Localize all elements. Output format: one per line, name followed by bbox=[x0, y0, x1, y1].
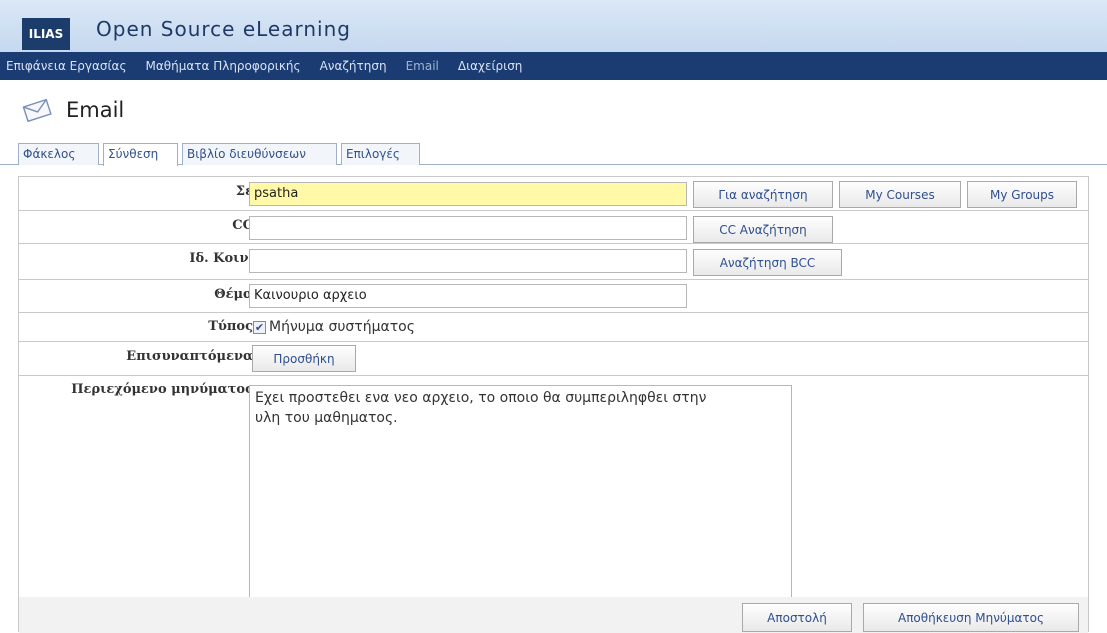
send-button[interactable]: Αποστολή bbox=[742, 603, 852, 632]
type-row: Τύπος ✔ Μήνυμα συστήματος bbox=[19, 313, 1088, 342]
compose-form: Σε psatha Για αναζήτηση My Courses My Gr… bbox=[18, 176, 1089, 633]
envelope-icon bbox=[22, 98, 52, 122]
save-message-button[interactable]: Αποθήκευση Μηνύματος bbox=[863, 603, 1079, 632]
subject-input[interactable]: Καινουριο αρχειο bbox=[249, 284, 687, 308]
my-groups-button[interactable]: My Groups bbox=[967, 181, 1077, 208]
form-footer: Αποστολή Αποθήκευση Μηνύματος bbox=[19, 597, 1088, 633]
to-row: Σε psatha Για αναζήτηση My Courses My Gr… bbox=[19, 177, 1088, 211]
type-label: Τύπος bbox=[208, 319, 253, 334]
bcc-search-button[interactable]: Αναζήτηση BCC bbox=[693, 249, 842, 276]
attachments-row: Επισυναπτόμενα Προσθήκη bbox=[19, 342, 1088, 376]
tab-bar: Φάκελος Σύνθεση Βιβλίο διευθύνσεων Επιλο… bbox=[0, 143, 1107, 166]
system-message-checkbox[interactable]: ✔ bbox=[253, 321, 266, 334]
cc-search-button[interactable]: CC Αναζήτηση bbox=[693, 216, 833, 243]
ilias-logo[interactable]: ILIAS bbox=[22, 18, 70, 50]
header: ILIAS Open Source eLearning bbox=[0, 0, 1107, 52]
tab-compose[interactable]: Σύνθεση bbox=[103, 143, 178, 166]
cc-row: CC CC Αναζήτηση bbox=[19, 211, 1088, 244]
message-row: Περιεχόμενο μηνύματος Εχει προστεθει ενα… bbox=[19, 376, 1088, 599]
nav-item-administration[interactable]: Διαχείριση bbox=[458, 59, 523, 73]
page-heading: Email bbox=[22, 98, 124, 122]
nav-item-courses[interactable]: Μαθήματα Πληροφορικής bbox=[146, 59, 301, 73]
message-label: Περιεχόμενο μηνύματος bbox=[71, 382, 253, 397]
message-textarea[interactable]: Εχει προστεθει ενα νεο αρχειο, το οποιο … bbox=[249, 385, 792, 599]
my-courses-button[interactable]: My Courses bbox=[839, 181, 961, 208]
tab-options[interactable]: Επιλογές bbox=[341, 143, 420, 165]
subject-row: Θέμα Καινουριο αρχειο bbox=[19, 280, 1088, 313]
main-nav: Επιφάνεια Εργασίας Μαθήματα Πληροφορικής… bbox=[0, 52, 1107, 80]
bcc-row: Ιδ. Κοιν. Αναζήτηση BCC bbox=[19, 244, 1088, 280]
tab-folder[interactable]: Φάκελος bbox=[18, 143, 99, 165]
nav-item-desktop[interactable]: Επιφάνεια Εργασίας bbox=[6, 59, 127, 73]
add-attachment-button[interactable]: Προσθήκη bbox=[252, 345, 356, 372]
to-search-button[interactable]: Για αναζήτηση bbox=[693, 181, 833, 208]
page-title: Email bbox=[66, 98, 125, 122]
tab-address-book[interactable]: Βιβλίο διευθύνσεων bbox=[182, 143, 337, 165]
brand-title: Open Source eLearning bbox=[96, 17, 351, 41]
bcc-label: Ιδ. Κοιν. bbox=[189, 251, 253, 266]
nav-item-email[interactable]: Email bbox=[406, 59, 439, 73]
cc-input[interactable] bbox=[249, 216, 687, 240]
nav-item-search[interactable]: Αναζήτηση bbox=[320, 59, 387, 73]
system-message-option: Μήνυμα συστήματος bbox=[269, 319, 415, 335]
bcc-input[interactable] bbox=[249, 249, 687, 273]
attachments-label: Επισυναπτόμενα bbox=[126, 349, 253, 364]
to-input[interactable]: psatha bbox=[249, 182, 687, 206]
subject-label: Θέμα bbox=[214, 287, 253, 302]
